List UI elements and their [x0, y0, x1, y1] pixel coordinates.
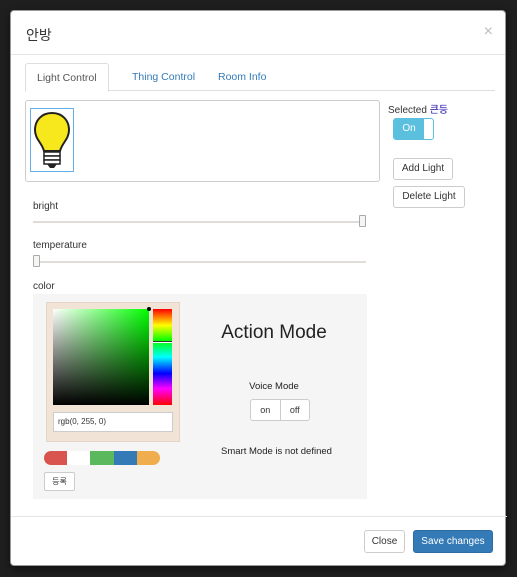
light-power-toggle[interactable]: On [393, 118, 434, 140]
swatch-green[interactable] [90, 451, 114, 465]
rgb-value-field[interactable]: rgb(0, 255, 0) [53, 412, 173, 432]
bright-slider-handle[interactable] [359, 215, 366, 227]
tab-bar: Light Control Thing Control Room Info [25, 63, 495, 92]
color-picker: rgb(0, 255, 0) [46, 302, 180, 442]
delete-light-button[interactable]: Delete Light [393, 186, 465, 208]
voice-mode-label: Voice Mode [249, 381, 299, 392]
modal-title: 안방 [26, 27, 52, 43]
temperature-label: temperature [33, 240, 87, 251]
add-light-button[interactable]: Add Light [393, 158, 453, 180]
swatch-orange[interactable] [136, 451, 160, 465]
selected-light-name[interactable]: 큰등 [430, 105, 448, 116]
temperature-slider[interactable] [33, 255, 366, 267]
tab-thing-control[interactable]: Thing Control [121, 63, 206, 92]
bright-label: bright [33, 201, 59, 212]
selected-label: Selected [388, 105, 427, 116]
register-color-button[interactable]: 등록 [44, 472, 75, 491]
hue-slider[interactable] [153, 309, 172, 405]
light-list [25, 100, 380, 182]
modal-footer: Close Save changes [11, 516, 507, 566]
color-action-panel: rgb(0, 255, 0) 등록 Action Mode Voice Mode… [33, 294, 367, 499]
light-item-selected[interactable] [30, 108, 74, 172]
save-changes-button[interactable]: Save changes [413, 530, 493, 553]
lightbulb-icon [33, 111, 71, 168]
bright-slider[interactable] [33, 215, 366, 227]
action-mode-title: Action Mode [221, 322, 327, 343]
modal-header: 안방 × [11, 11, 505, 55]
voice-on-button[interactable]: on [251, 400, 280, 420]
room-modal: 안방 × Light Control Thing Control Room In… [10, 10, 507, 566]
smart-mode-status: Smart Mode is not defined [221, 446, 332, 457]
selected-indicator: Selected 큰등 [388, 101, 498, 116]
close-button[interactable]: Close [364, 530, 405, 553]
light-side-panel: Selected 큰등 On Add Light Delete Light [388, 101, 498, 208]
swatch-blue[interactable] [113, 451, 137, 465]
close-icon[interactable]: × [484, 23, 493, 41]
tab-room-info[interactable]: Room Info [207, 63, 277, 92]
hue-marker[interactable] [153, 341, 172, 343]
color-label: color [33, 281, 55, 292]
color-cursor[interactable] [147, 307, 151, 311]
tab-light-control[interactable]: Light Control [25, 63, 109, 92]
color-swatches [44, 451, 160, 465]
swatch-red[interactable] [44, 451, 68, 465]
voice-off-button[interactable]: off [279, 400, 310, 420]
temperature-slider-handle[interactable] [33, 255, 40, 267]
voice-mode-toggle: on off [250, 399, 310, 421]
swatch-white[interactable] [67, 451, 91, 465]
toggle-on-label: On [394, 119, 424, 139]
saturation-value-area[interactable] [53, 307, 151, 405]
